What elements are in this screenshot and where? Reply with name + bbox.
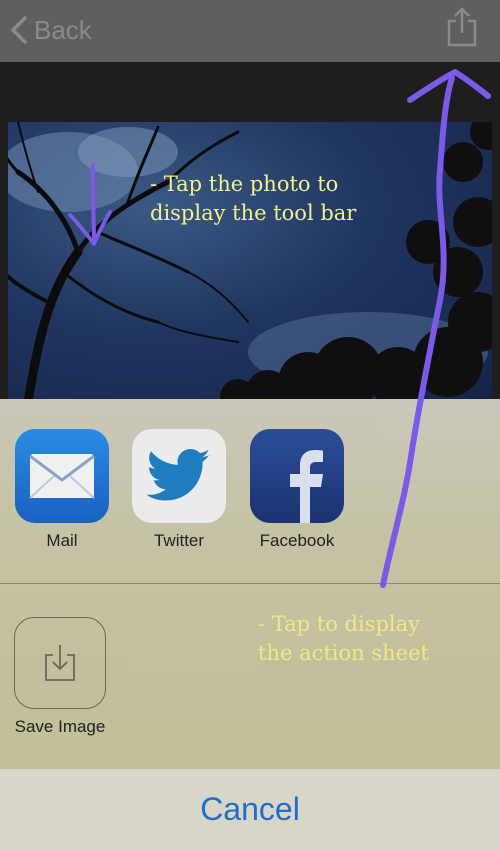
share-icon bbox=[447, 7, 477, 47]
annotation-sheet-hint: - Tap to display the action sheet bbox=[258, 612, 429, 665]
mail-icon[interactable] bbox=[15, 429, 109, 523]
save-image-icon bbox=[45, 645, 75, 681]
share-button[interactable] bbox=[446, 7, 478, 52]
share-twitter[interactable]: Twitter bbox=[131, 429, 227, 551]
action-sheet: Mail Twitter Facebook Save Image - Tap t… bbox=[0, 399, 500, 769]
navigation-bar: Back bbox=[0, 0, 500, 62]
share-facebook[interactable]: Facebook bbox=[249, 429, 345, 551]
back-button[interactable]: Back bbox=[10, 10, 92, 50]
share-mail-label: Mail bbox=[46, 531, 78, 550]
chevron-left-icon bbox=[11, 16, 27, 44]
divider bbox=[0, 583, 500, 584]
share-mail[interactable]: Mail bbox=[14, 429, 110, 551]
back-label: Back bbox=[34, 14, 92, 45]
facebook-icon[interactable] bbox=[250, 429, 344, 523]
share-facebook-label: Facebook bbox=[259, 531, 335, 550]
save-image-label: Save Image bbox=[14, 717, 106, 736]
cancel-bar: Cancel bbox=[0, 769, 500, 850]
share-apps-row: Mail Twitter Facebook bbox=[0, 429, 500, 579]
annotation-photo-hint: - Tap the photo to display the tool bar bbox=[150, 172, 357, 225]
tree-silhouette-image bbox=[8, 122, 492, 402]
twitter-bird-icon[interactable] bbox=[132, 429, 226, 523]
share-twitter-label: Twitter bbox=[153, 531, 205, 550]
save-image-button[interactable] bbox=[14, 617, 106, 709]
cancel-button[interactable]: Cancel bbox=[200, 791, 300, 828]
photo[interactable] bbox=[8, 122, 492, 402]
